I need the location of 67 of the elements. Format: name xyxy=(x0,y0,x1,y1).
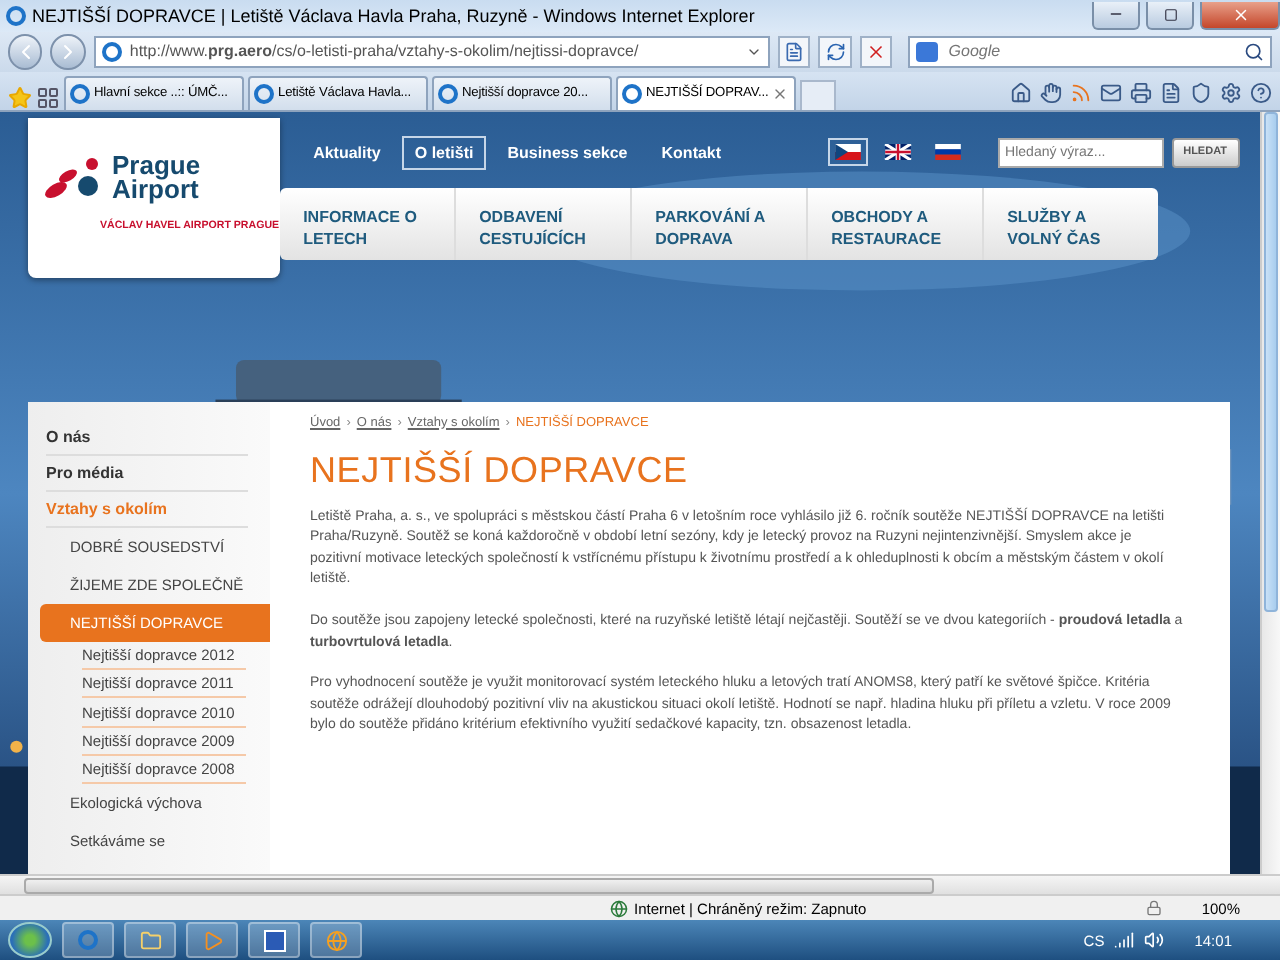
horizontal-scrollbar[interactable] xyxy=(0,874,1280,895)
sidebar-item[interactable]: O nás xyxy=(46,419,248,456)
back-button[interactable] xyxy=(8,33,43,70)
browser-icon xyxy=(78,930,98,951)
nav-link[interactable]: O letišti xyxy=(402,135,486,170)
help-icon[interactable] xyxy=(1250,81,1272,104)
close-icon xyxy=(1231,5,1249,24)
menu-item[interactable]: INFORMACE O LETECH xyxy=(279,187,456,260)
browser-icon xyxy=(622,83,642,104)
home-icon[interactable] xyxy=(1010,81,1032,104)
nav-link[interactable]: Business sekce xyxy=(495,135,640,170)
folder-icon xyxy=(139,929,161,952)
vertical-scrollbar[interactable] xyxy=(1260,111,1280,875)
address-field[interactable]: http://www.prg.aero/cs/o-letisti-praha/vztahy-s-okolim/nejtissi-dopravce/ xyxy=(93,35,770,68)
window-title: NEJTIŠŠÍ DOPRAVCE | Letiště Václava Havla Praha, Ruzyně - Windows Internet Explorer xyxy=(32,5,757,26)
maximize-button[interactable] xyxy=(1146,1,1194,30)
menu-item[interactable]: OBCHODY A RESTAURACE xyxy=(807,187,984,260)
search-bar[interactable]: Google xyxy=(908,35,1272,68)
browser-icon xyxy=(101,41,122,62)
menu-item[interactable]: ODBAVENÍ CESTUJÍCÍCH xyxy=(455,187,632,260)
compatibility-button[interactable] xyxy=(777,35,811,68)
stop-button[interactable] xyxy=(859,35,893,68)
refresh-icon xyxy=(825,41,846,62)
menu-item[interactable]: SLUŽBY A VOLNÝ ČAS xyxy=(983,187,1158,260)
nav-link[interactable]: Aktuality xyxy=(301,135,393,170)
logo-mark-icon xyxy=(44,153,104,202)
app-taskbar-button[interactable] xyxy=(310,922,362,959)
mail-icon[interactable] xyxy=(1100,81,1122,104)
signal-icon[interactable] xyxy=(1114,930,1135,951)
folder-taskbar-button[interactable] xyxy=(124,922,176,959)
flag-icon[interactable] xyxy=(827,138,868,167)
word-taskbar-button[interactable] xyxy=(248,922,300,959)
browser-taskbar-button[interactable] xyxy=(62,922,114,959)
lock-icon[interactable] xyxy=(1145,900,1162,917)
close-button[interactable] xyxy=(1200,1,1280,30)
page-icon[interactable] xyxy=(1160,81,1182,104)
sidebar-item[interactable]: Pro média xyxy=(46,455,248,492)
minimize-button[interactable] xyxy=(1092,1,1140,30)
start-button[interactable] xyxy=(8,922,52,959)
search-engine-icon xyxy=(916,41,939,62)
hand-icon[interactable] xyxy=(1040,81,1062,104)
maximize-icon xyxy=(1163,7,1177,22)
page-icon xyxy=(784,41,805,62)
printer-icon[interactable] xyxy=(1130,81,1152,104)
menu-item[interactable]: PARKOVÁNÍ A DOPRAVA xyxy=(631,187,808,260)
refresh-button[interactable] xyxy=(818,35,852,68)
browser-icon xyxy=(70,83,90,104)
quick-tabs-icon[interactable] xyxy=(36,85,60,110)
logo-name: Prague Airport xyxy=(112,153,196,202)
page-title: NEJTIŠŠÍ DOPRAVCE xyxy=(310,449,690,492)
search-field[interactable]: Google xyxy=(942,37,1240,66)
settings-icon[interactable] xyxy=(1220,81,1242,104)
close-tab-icon[interactable] xyxy=(772,85,789,102)
shield-icon[interactable] xyxy=(1190,81,1212,104)
browser-icon xyxy=(438,83,458,104)
document-icon xyxy=(263,929,285,952)
media-taskbar-button[interactable] xyxy=(186,922,238,959)
globe-icon xyxy=(610,899,628,918)
search-icon[interactable] xyxy=(1243,41,1264,62)
browser-icon xyxy=(6,5,26,26)
globe-icon xyxy=(325,929,347,952)
volume-icon[interactable] xyxy=(1144,930,1165,951)
play-icon xyxy=(201,929,223,952)
stop-icon xyxy=(866,41,887,62)
nav-link[interactable]: Kontakt xyxy=(649,135,734,170)
forward-button[interactable] xyxy=(50,33,86,70)
browser-icon xyxy=(254,83,274,104)
